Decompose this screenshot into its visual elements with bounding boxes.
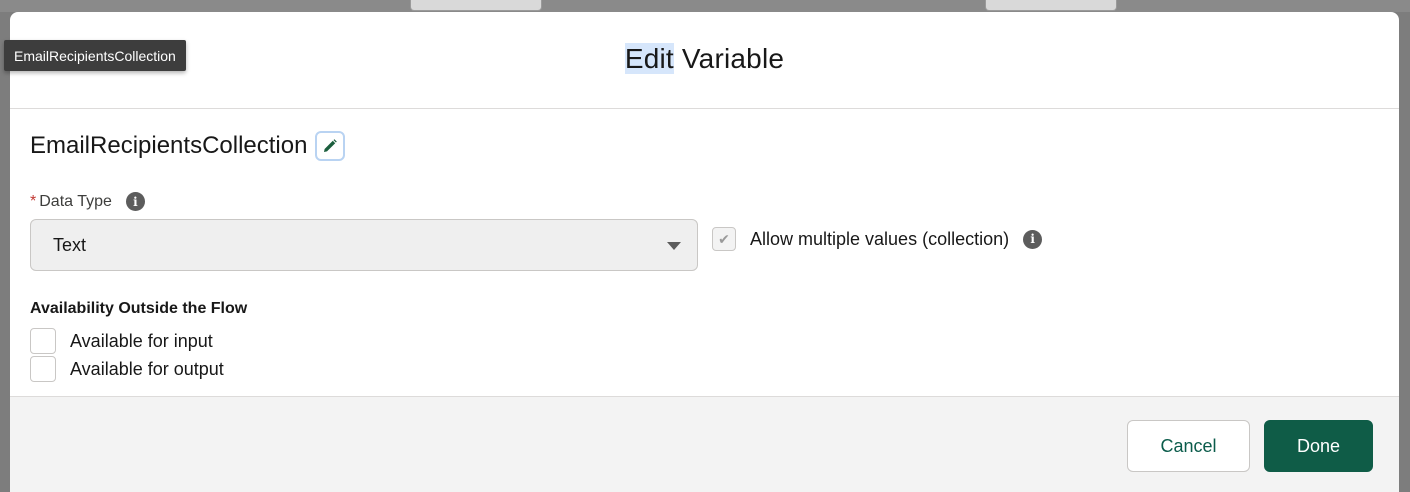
available-for-output-row: Available for output — [30, 356, 224, 382]
done-button[interactable]: Done — [1264, 420, 1373, 472]
background-node — [985, 0, 1117, 11]
available-for-input-row: Available for input — [30, 328, 213, 354]
modal-body: EmailRecipientsCollection * Data Type i … — [10, 109, 1399, 396]
background-node — [410, 0, 542, 11]
edit-api-name-button[interactable] — [315, 131, 346, 161]
chevron-down-icon — [667, 242, 681, 250]
cancel-button[interactable]: Cancel — [1127, 420, 1250, 472]
required-marker: * — [30, 192, 37, 210]
variable-api-name: EmailRecipientsCollection — [30, 132, 308, 159]
checkmark-icon: ✔ — [718, 230, 730, 247]
allow-multiple-values-checkbox[interactable]: ✔ — [712, 227, 736, 251]
allow-multiple-values-label: Allow multiple values (collection) — [750, 228, 1010, 249]
modal-title-rest: Variable — [673, 43, 785, 74]
available-for-output-checkbox[interactable] — [30, 356, 56, 382]
edit-variable-modal: Edit Variable EmailRecipientsCollection … — [10, 12, 1399, 492]
background-canvas-strip — [0, 0, 1410, 12]
data-type-select[interactable]: Text — [30, 219, 698, 271]
modal-header: Edit Variable — [10, 12, 1399, 109]
availability-section-title: Availability Outside the Flow — [30, 300, 248, 317]
data-type-selected-value: Text — [53, 235, 87, 255]
data-type-label: * Data Type i — [30, 192, 145, 211]
data-type-label-text: Data Type — [39, 192, 112, 210]
info-icon[interactable]: i — [1023, 229, 1043, 249]
modal-footer: Cancel Done — [10, 396, 1399, 492]
available-for-input-checkbox[interactable] — [30, 328, 56, 354]
api-name-row: EmailRecipientsCollection — [30, 131, 346, 161]
api-name-tooltip: EmailRecipientsCollection — [4, 40, 186, 71]
allow-multiple-values-row: ✔ Allow multiple values (collection) i — [712, 227, 1043, 251]
modal-title-highlight: Edit — [624, 43, 674, 74]
available-for-output-label: Available for output — [70, 358, 224, 379]
pencil-icon — [324, 139, 338, 152]
info-icon[interactable]: i — [125, 192, 145, 211]
available-for-input-label: Available for input — [70, 330, 213, 351]
modal-title: Edit Variable — [10, 43, 1399, 75]
